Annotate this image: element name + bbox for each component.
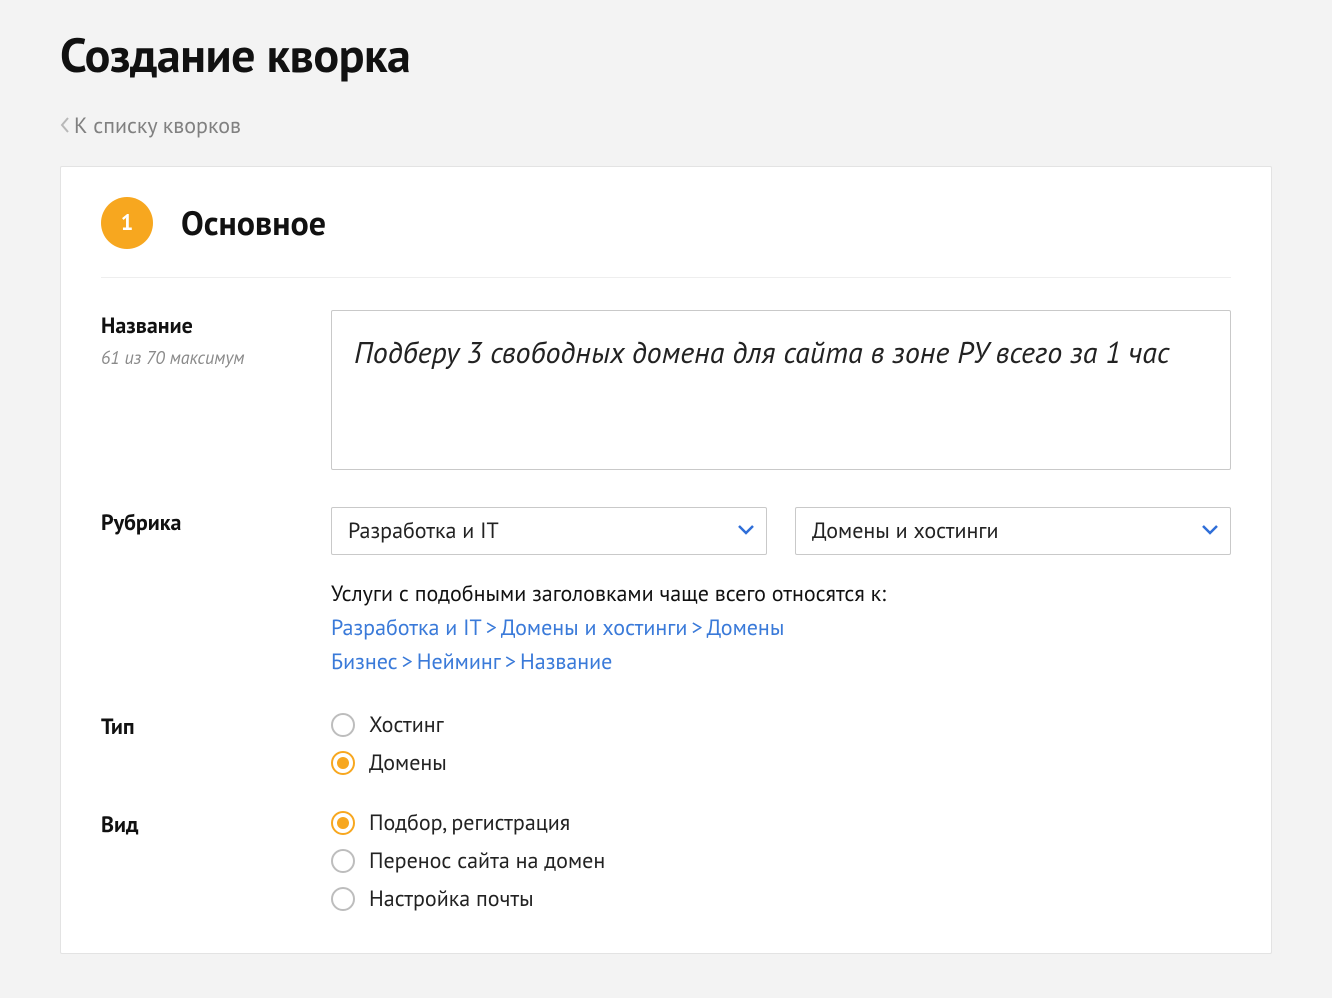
name-input[interactable]	[331, 310, 1231, 470]
breadcrumb-separator: >	[501, 648, 520, 676]
kind-radio-label: Настройка почты	[369, 885, 534, 913]
page-title: Создание кворка	[60, 0, 1272, 86]
radio-icon	[331, 713, 355, 737]
category-label: Рубрика	[101, 509, 331, 537]
section-heading: Основное	[181, 201, 326, 245]
breadcrumb-separator: >	[482, 614, 501, 642]
category-primary-select[interactable]: Разработка и IT	[331, 507, 767, 555]
back-to-list-link[interactable]: К списку кворков	[60, 112, 241, 140]
kind-radio-label: Перенос сайта на домен	[369, 847, 605, 875]
kind-row: Вид Подбор, регистрация Перенос сайта на…	[101, 809, 1231, 913]
step-number-badge: 1	[101, 197, 153, 249]
radio-icon	[331, 751, 355, 775]
category-primary-value: Разработка и IT	[348, 517, 499, 545]
suggestion-link[interactable]: Название	[520, 648, 612, 676]
type-label: Тип	[101, 713, 331, 741]
section-header: 1 Основное	[101, 197, 1231, 278]
type-row: Тип Хостинг Домены	[101, 711, 1231, 777]
category-secondary-value: Домены и хостинги	[812, 517, 999, 545]
name-row: Название 61 из 70 максимум	[101, 310, 1231, 475]
suggestion-link[interactable]: Разработка и IT	[331, 614, 482, 642]
kind-radio-label: Подбор, регистрация	[369, 809, 570, 837]
suggestion-link[interactable]: Домены и хостинги	[501, 614, 688, 642]
type-radio-option[interactable]: Хостинг	[331, 711, 1231, 739]
main-section-card: 1 Основное Название 61 из 70 максимум Ру…	[60, 166, 1272, 954]
category-suggestions: Услуги с подобными заголовками чаще всег…	[331, 577, 1231, 679]
type-radio-label: Домены	[369, 749, 447, 777]
type-radio-group: Хостинг Домены	[331, 711, 1231, 777]
type-radio-label: Хостинг	[369, 711, 444, 739]
suggestion-link[interactable]: Домены	[707, 614, 785, 642]
kind-radio-option[interactable]: Настройка почты	[331, 885, 1231, 913]
suggestion-link[interactable]: Нейминг	[417, 648, 501, 676]
kind-radio-option[interactable]: Перенос сайта на домен	[331, 847, 1231, 875]
kind-radio-option[interactable]: Подбор, регистрация	[331, 809, 1231, 837]
category-secondary-select[interactable]: Домены и хостинги	[795, 507, 1231, 555]
suggestion-intro: Услуги с подобными заголовками чаще всег…	[331, 577, 1231, 611]
name-counter: 61 из 70 максимум	[101, 346, 331, 369]
radio-icon	[331, 887, 355, 911]
suggestion-link[interactable]: Бизнес	[331, 648, 398, 676]
name-label: Название	[101, 312, 331, 340]
type-radio-option[interactable]: Домены	[331, 749, 1231, 777]
breadcrumb-separator: >	[687, 614, 706, 642]
radio-icon	[331, 849, 355, 873]
chevron-left-icon	[60, 112, 70, 140]
kind-label: Вид	[101, 811, 331, 839]
category-row: Рубрика Разработка и IT Домены и хос	[101, 507, 1231, 679]
breadcrumb-separator: >	[398, 648, 417, 676]
back-to-list-label: К списку кворков	[74, 112, 241, 140]
kind-radio-group: Подбор, регистрация Перенос сайта на дом…	[331, 809, 1231, 913]
radio-icon	[331, 811, 355, 835]
